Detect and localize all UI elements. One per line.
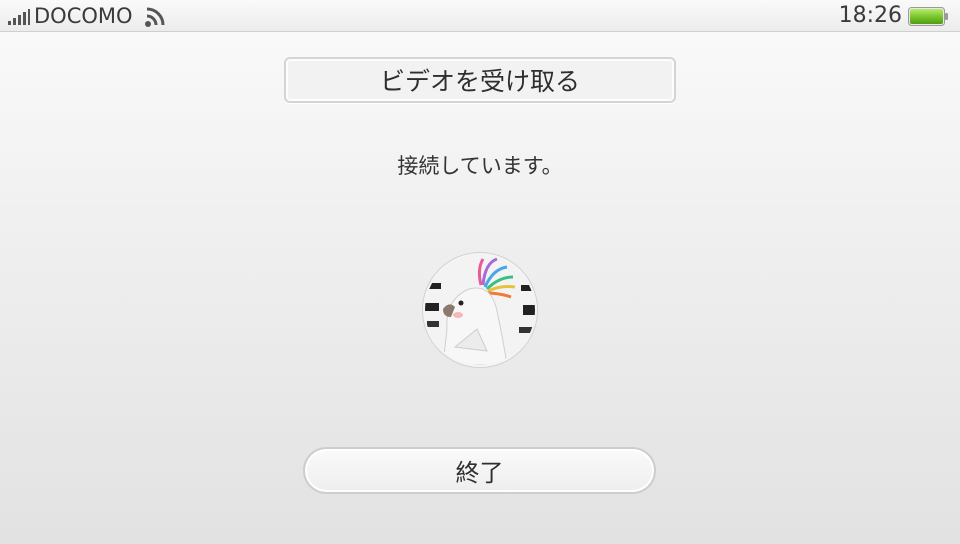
carrier-name: DOCOMO <box>34 4 133 28</box>
receive-video-button[interactable]: ビデオを受け取る <box>284 57 676 103</box>
bird-avatar <box>423 253 537 367</box>
status-bar: DOCOMO 18:26 <box>0 0 960 32</box>
connecting-status-text: 接続しています。 <box>397 154 563 178</box>
battery-full-icon <box>908 7 948 26</box>
signal-bars-icon <box>8 9 30 25</box>
clock: 18:26 <box>838 3 902 28</box>
end-button[interactable]: 終了 <box>303 447 656 494</box>
wifi-icon <box>145 7 165 27</box>
